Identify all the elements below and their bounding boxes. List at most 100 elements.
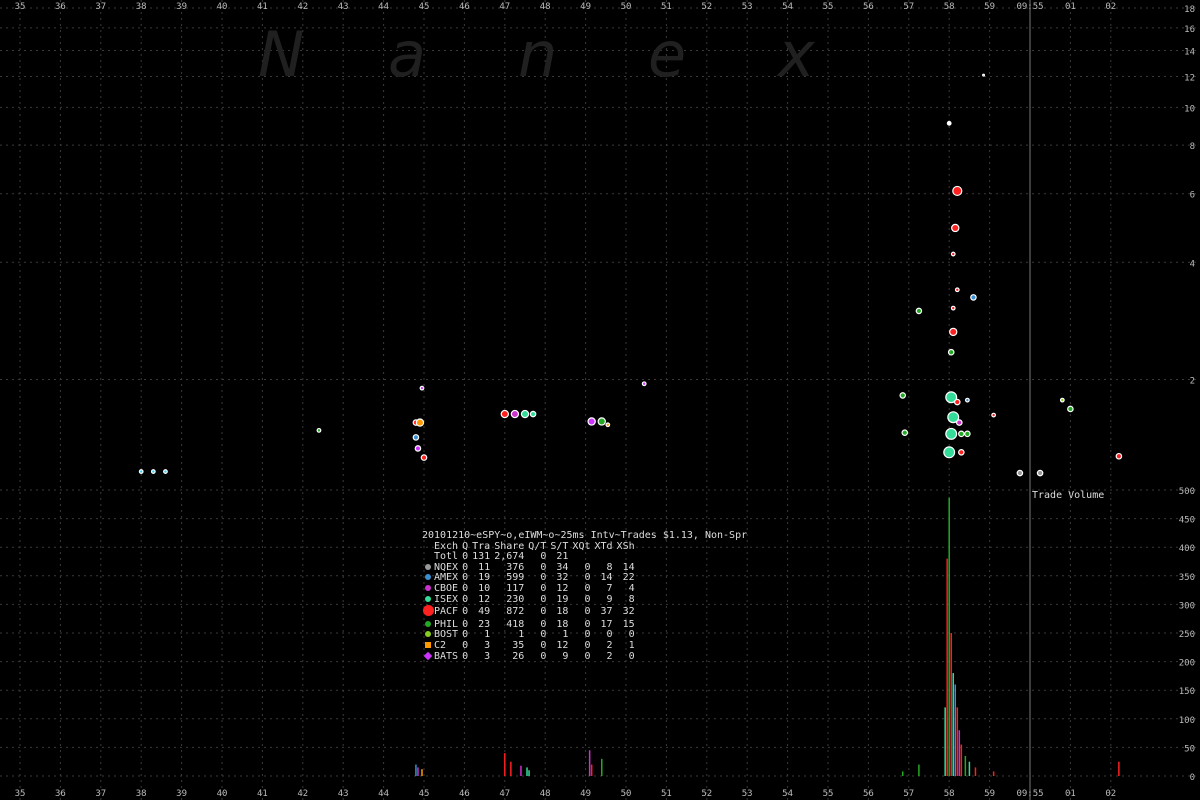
stats-row: BOST 0 1 1 0 1 0 0 0 <box>422 630 635 641</box>
stats-cell-qt: 0 <box>540 582 547 594</box>
stats-cell-share: 872 <box>506 606 525 618</box>
price-point <box>991 412 997 418</box>
legend-marker <box>422 595 434 606</box>
price-point <box>946 120 952 126</box>
legend-marker <box>422 584 434 595</box>
legend-marker-icon <box>425 595 431 602</box>
stats-cell-name: ISEX <box>434 593 459 605</box>
x-tick-bottom: 09:55 <box>1016 789 1043 799</box>
stats-cell-qt: 0 <box>540 650 547 662</box>
stats-cell-xqt: 0 <box>584 606 591 618</box>
stats-cell-name: CBOE <box>434 582 459 594</box>
volume-bar <box>968 761 971 776</box>
stats-cell-xsh: 8 <box>628 593 635 605</box>
volume-bar <box>528 770 530 776</box>
volume-tick: 250 <box>1179 630 1195 640</box>
trade-volume-label: Trade Volume <box>1032 490 1104 501</box>
stats-cell-q: 0 <box>462 582 469 594</box>
price-point <box>899 392 907 399</box>
x-tick-bottom: 52 <box>701 789 712 799</box>
price-point <box>316 427 322 433</box>
volume-bar <box>964 755 967 776</box>
stats-cell-share: 117 <box>506 582 525 594</box>
x-tick-top: 48 <box>540 2 551 12</box>
volume-bar <box>421 769 423 776</box>
x-tick-top: 55 <box>823 2 834 12</box>
x-tick-bottom: 54 <box>782 789 793 799</box>
x-tick-top: 53 <box>742 2 753 12</box>
price-point <box>950 251 956 257</box>
price-point <box>951 223 960 233</box>
legend-marker <box>422 651 434 663</box>
price-points <box>138 73 1123 477</box>
price-tick: 12 <box>1184 74 1195 84</box>
stats-cell-st: 9 <box>562 650 569 662</box>
x-tick-bottom: 48 <box>540 789 551 799</box>
price-point <box>958 449 965 456</box>
price-point <box>605 422 611 428</box>
x-tick-top: 47 <box>499 2 510 12</box>
price-point <box>1059 397 1065 403</box>
price-tick: 4 <box>1190 259 1195 269</box>
legend-marker-icon <box>425 563 431 570</box>
volume-tick: 100 <box>1179 716 1195 726</box>
legend-marker-icon <box>425 641 431 648</box>
stats-cell-xtd: 2 <box>606 650 613 662</box>
chart-grid <box>0 0 1200 800</box>
stats-cell-q: 0 <box>462 606 469 618</box>
watermark-letter: a <box>388 18 426 91</box>
x-tick-top: 09:55 <box>1016 2 1043 12</box>
legend-marker-icon <box>425 574 431 581</box>
x-tick-top: 52 <box>701 2 712 12</box>
x-tick-bottom: 37 <box>95 789 106 799</box>
x-tick-top: 43 <box>338 2 349 12</box>
price-point <box>420 454 428 461</box>
x-tick-bottom: 02 <box>1105 789 1116 799</box>
volume-bar <box>510 761 512 776</box>
stats-cell-xqt: 0 <box>584 582 591 594</box>
x-tick-top: 54 <box>782 2 793 12</box>
price-point <box>901 429 909 436</box>
price-point <box>510 409 520 419</box>
x-tick-top: 02 <box>1105 2 1116 12</box>
price-point <box>945 427 958 440</box>
price-point <box>970 294 977 301</box>
x-tick-top: 51 <box>661 2 672 12</box>
legend-marker <box>422 563 434 574</box>
x-tick-bottom: 42 <box>297 789 308 799</box>
legend-marker <box>422 573 434 584</box>
x-tick-top: 59 <box>984 2 995 12</box>
volume-bar <box>520 765 522 776</box>
volume-tick: 0 <box>1190 773 1195 783</box>
x-tick-top: 44 <box>378 2 389 12</box>
price-point <box>138 469 144 474</box>
watermark-letter: e <box>648 18 686 91</box>
volume-bar <box>974 767 977 776</box>
x-tick-bottom: 39 <box>176 789 187 799</box>
watermark-letter: n <box>518 18 557 91</box>
price-tick: 18 <box>1184 5 1195 15</box>
price-point <box>949 327 958 337</box>
price-point <box>150 469 156 474</box>
stats-cell-st: 12 <box>556 582 569 594</box>
price-tick: 14 <box>1184 47 1195 57</box>
stats-cell-xqt: 0 <box>584 650 591 662</box>
legend-marker-icon <box>425 584 431 591</box>
stats-cell-st: 19 <box>556 593 569 605</box>
price-point <box>915 307 923 315</box>
price-point <box>943 446 956 459</box>
price-point <box>641 381 647 387</box>
chart-axes: 3535363637373838393940404141424243434444… <box>15 2 1195 799</box>
x-tick-bottom: 55 <box>823 789 834 799</box>
stats-row: PACF 0 49 872 0 18 0 37 32 <box>422 605 635 620</box>
x-tick-bottom: 50 <box>621 789 632 799</box>
stats-cell-xsh: 1 <box>628 639 635 651</box>
stats-cell-xqt: 0 <box>584 593 591 605</box>
nanex-watermark: Na n e x <box>258 18 816 91</box>
stats-cell-qt: 0 <box>540 593 547 605</box>
stats-cell-qt: 0 <box>540 639 547 651</box>
stats-row: ISEX 0 12 230 0 19 0 9 8 <box>422 593 635 606</box>
stats-row: BATS 0 3 26 0 9 0 2 0 <box>422 650 635 663</box>
volume-tick: 350 <box>1179 573 1195 583</box>
volume-tick: 450 <box>1179 516 1195 526</box>
